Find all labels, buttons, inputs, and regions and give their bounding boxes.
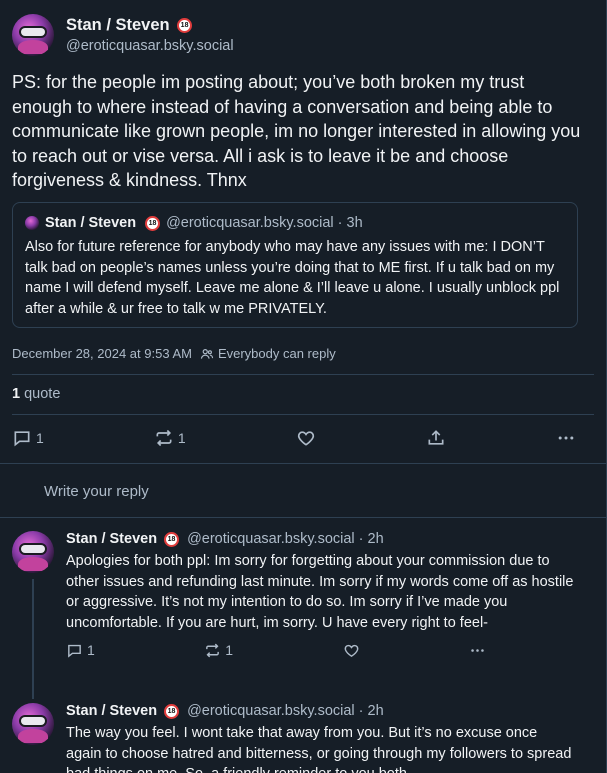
avatar <box>25 216 39 230</box>
like-button[interactable] <box>343 642 360 659</box>
heart-icon <box>297 431 314 446</box>
repost-button[interactable]: 1 <box>204 642 233 659</box>
quoted-author-handle: @eroticquasar.bsky.social · 3h <box>166 215 363 231</box>
reply-author-name[interactable]: Stan / Steven <box>66 531 157 547</box>
reply-count: 1 <box>87 642 95 659</box>
quote-count-value: 1 <box>12 386 21 402</box>
repost-count: 1 <box>177 430 186 446</box>
post-author[interactable]: Stan / Steven 18 @eroticquasar.bsky.soci… <box>12 14 234 56</box>
age-18-badge-icon: 18 <box>164 703 180 719</box>
reply-text: Apologies for both ppl: Im sorry for for… <box>66 553 574 632</box>
quote-count[interactable]: 1 quote <box>12 386 60 402</box>
author-handle[interactable]: @eroticquasar.bsky.social <box>66 38 234 54</box>
quoted-post-header: Stan / Steven 18 @eroticquasar.bsky.soci… <box>25 215 565 231</box>
thread-line <box>32 579 34 699</box>
reply-text: The way you feel. I wont take that away … <box>66 725 572 773</box>
reply-header: Stan / Steven 18 @eroticquasar.bsky.soci… <box>66 703 576 719</box>
avatar[interactable] <box>12 703 54 745</box>
repost-button[interactable]: 1 <box>154 428 186 448</box>
avatar[interactable] <box>12 531 54 573</box>
like-button[interactable] <box>296 428 316 448</box>
more-options-button[interactable] <box>469 642 486 659</box>
more-icon <box>471 649 484 652</box>
heart-icon <box>344 644 358 657</box>
reply-setting: Everybody can reply <box>200 346 336 361</box>
quoted-post-card[interactable]: Stan / Steven 18 @eroticquasar.bsky.soci… <box>12 202 578 328</box>
divider <box>0 517 606 518</box>
divider <box>0 463 606 464</box>
reply-icon <box>68 644 81 658</box>
reply-setting-label: Everybody can reply <box>217 346 336 361</box>
post-timestamp: December 28, 2024 at 9:53 AM <box>12 346 192 361</box>
post-text: PS: for the people im posting about; you… <box>12 72 581 190</box>
write-reply-prompt[interactable]: Write your reply <box>44 483 149 500</box>
more-icon <box>558 436 574 440</box>
thread-view: Stan / Steven 18 @eroticquasar.bsky.soci… <box>0 0 607 773</box>
author-display-name[interactable]: Stan / Steven <box>66 16 170 34</box>
reply-button[interactable]: 1 <box>66 642 95 659</box>
reply-icon <box>14 431 30 447</box>
reply-author-handle[interactable]: @eroticquasar.bsky.social · 2h <box>187 531 384 547</box>
reply-button[interactable]: 1 <box>12 428 44 448</box>
share-button[interactable] <box>426 428 446 448</box>
reply-count: 1 <box>36 430 44 446</box>
reply-post[interactable]: Stan / Steven 18 @eroticquasar.bsky.soci… <box>12 703 592 773</box>
reply-author-handle[interactable]: @eroticquasar.bsky.social · 2h <box>187 703 384 719</box>
age-18-badge-icon: 18 <box>177 18 193 34</box>
reply-actions: 1 1 <box>66 642 486 659</box>
quoted-post-text: Also for future reference for anybody wh… <box>25 239 560 317</box>
quote-count-label: quote <box>24 386 61 402</box>
people-icon <box>200 348 214 359</box>
post-actions: 1 1 <box>12 428 576 448</box>
age-18-badge-icon: 18 <box>145 215 161 231</box>
avatar[interactable] <box>12 14 54 56</box>
reply-post[interactable]: Stan / Steven 18 @eroticquasar.bsky.soci… <box>12 531 592 699</box>
reply-author-name[interactable]: Stan / Steven <box>66 703 157 719</box>
share-icon <box>428 430 444 445</box>
divider <box>12 374 594 375</box>
repost-count: 1 <box>225 642 234 659</box>
age-18-badge-icon: 18 <box>164 531 180 547</box>
repost-icon <box>206 643 220 658</box>
quoted-author-name: Stan / Steven <box>45 215 137 231</box>
repost-icon <box>156 429 172 447</box>
divider <box>12 414 594 415</box>
more-options-button[interactable] <box>556 428 576 448</box>
reply-header: Stan / Steven 18 @eroticquasar.bsky.soci… <box>66 531 576 547</box>
post-meta: December 28, 2024 at 9:53 AM Everybody c… <box>12 346 336 361</box>
